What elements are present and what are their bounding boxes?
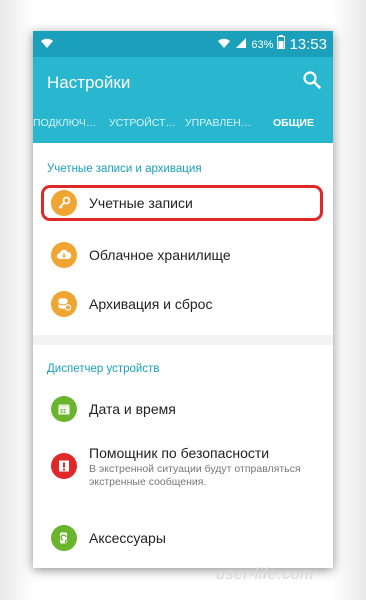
battery-icon — [277, 35, 286, 54]
battery-percent: 63% — [251, 38, 274, 51]
accounts-section: Учетные записи и архивация Учетные запис… — [33, 143, 333, 335]
alert-icon — [51, 453, 77, 479]
key-icon — [51, 190, 77, 216]
list-item-cloud[interactable]: Облачное хранилище — [33, 231, 333, 279]
item-title: Аксессуары — [89, 530, 166, 546]
cloud-icon — [51, 242, 77, 268]
phone-screen: 63% 13:53 Настройки ПОДКЛЮЧ… УСТРОЙСТ… У… — [33, 31, 333, 568]
settings-list: Учетные записи и архивация Учетные запис… — [33, 139, 333, 568]
item-title: Облачное хранилище — [89, 247, 231, 263]
section-header: Учетные записи и архивация — [47, 163, 202, 175]
tab-general[interactable]: ОБЩИЕ — [273, 117, 331, 129]
list-item-backup[interactable]: Архивация и сброс — [33, 281, 333, 329]
list-item-date-time[interactable]: Дата и время — [33, 385, 333, 435]
item-title: Учетные записи — [89, 195, 193, 211]
tab-device[interactable]: УСТРОЙСТ… — [109, 117, 181, 129]
list-item-safety-assistant[interactable]: Помощник по безопасности В экстренной си… — [33, 437, 333, 503]
search-icon[interactable] — [303, 71, 321, 94]
status-bar: 63% 13:53 — [33, 31, 333, 57]
wifi-icon — [40, 36, 54, 54]
section-header: Диспетчер устройств — [47, 363, 160, 375]
item-subtitle: В экстренной ситуации будут отправляться… — [89, 463, 301, 488]
tab-connections[interactable]: ПОДКЛЮЧ… — [33, 117, 103, 129]
list-item-accounts[interactable]: Учетные записи — [33, 183, 333, 229]
accessory-icon — [51, 525, 77, 551]
wifi-icon — [217, 36, 231, 54]
item-title: Помощник по безопасности — [89, 445, 270, 461]
list-item-accessories[interactable]: Аксессуары — [33, 511, 333, 561]
backup-icon — [51, 291, 77, 317]
device-manager-section: Диспетчер устройств Дата и время Помощни… — [33, 345, 333, 568]
signal-icon — [235, 36, 247, 54]
calendar-icon — [51, 396, 77, 422]
item-title: Дата и время — [89, 401, 176, 417]
tab-management[interactable]: УПРАВЛЕН… — [185, 117, 257, 129]
clock: 13:53 — [289, 36, 327, 53]
watermark: user-life.com — [216, 566, 314, 583]
item-title: Архивация и сброс — [89, 296, 213, 312]
page-title: Настройки — [47, 73, 131, 92]
